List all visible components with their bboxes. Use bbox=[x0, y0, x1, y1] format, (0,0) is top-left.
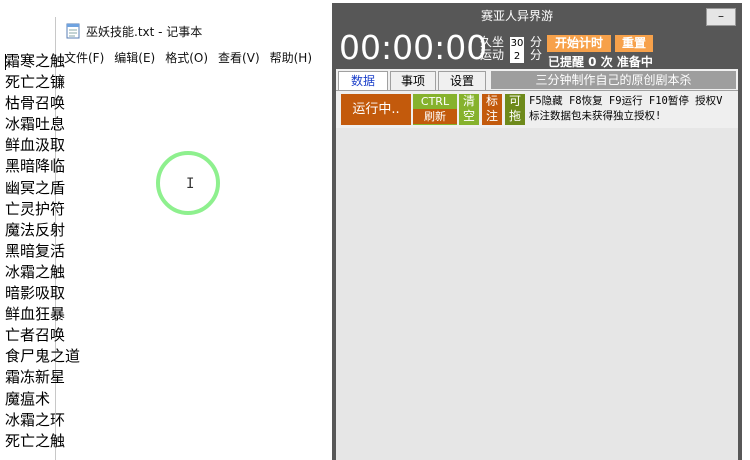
text-line: 鲜血汲取 bbox=[5, 136, 66, 155]
ctrl-refresh-button[interactable]: CTRL 刷新 bbox=[413, 94, 457, 125]
ctrl-label: CTRL bbox=[420, 95, 450, 108]
tab-items[interactable]: 事项 bbox=[390, 71, 436, 91]
start-timer-button[interactable]: 开始计时 bbox=[547, 35, 611, 52]
long-sit-value[interactable]: 30 bbox=[510, 37, 524, 50]
clear-button[interactable]: 清空 bbox=[459, 94, 479, 125]
shortcut-line: F5隐藏 F8恢复 F9运行 F10暂停 授权V bbox=[529, 95, 723, 107]
text-line: 霜寒之触 bbox=[5, 52, 66, 70]
license-warning: 标注数据包未获得独立授权! bbox=[529, 110, 662, 122]
text-line: 黑暗复活 bbox=[5, 241, 66, 260]
clock-display: 00:00:00 bbox=[339, 28, 488, 67]
notepad-text-area[interactable]: 霜寒之触 死亡之镰 枯骨召唤 冰霜吐息 鲜血汲取 黑暗降临 幽冥之盾 亡灵护符 … bbox=[5, 51, 275, 452]
text-line: 暗影吸取 bbox=[5, 284, 66, 303]
tab-data[interactable]: 数据 bbox=[338, 71, 388, 92]
text-line: 冰霜之触 bbox=[5, 262, 66, 281]
exercise-value[interactable]: 2 bbox=[510, 50, 524, 63]
text-line: 冰霜之环 bbox=[5, 410, 66, 429]
label-exercise: 运动 bbox=[480, 48, 505, 62]
text-line: 亡灵护符 bbox=[5, 199, 66, 218]
shortcut-info: F5隐藏 F8恢复 F9运行 F10暂停 授权V 标注数据包未获得独立授权! bbox=[529, 94, 739, 124]
data-panel-body bbox=[336, 128, 738, 460]
text-caret bbox=[5, 54, 6, 70]
refresh-label: 刷新 bbox=[413, 109, 457, 124]
text-line: 霜冻新星 bbox=[5, 368, 66, 387]
text-line: 食尸鬼之道 bbox=[5, 347, 81, 366]
text-line: 死亡之镰 bbox=[5, 73, 66, 92]
interval-inputs[interactable]: 30 2 bbox=[510, 37, 524, 63]
text-line: 幽冥之盾 bbox=[5, 178, 66, 197]
text-line: 枯骨召唤 bbox=[5, 94, 66, 113]
text-line: 冰霜吐息 bbox=[5, 115, 66, 134]
text-line: 死亡之触 bbox=[5, 431, 66, 450]
ibeam-cursor-icon: I bbox=[186, 176, 195, 192]
text-line: 魔法反射 bbox=[5, 220, 66, 239]
text-line: 黑暗降临 bbox=[5, 157, 66, 176]
text-line: 亡者召唤 bbox=[5, 326, 66, 345]
run-status-button[interactable]: 运行中.. bbox=[341, 94, 411, 125]
unit-minute: 分 bbox=[530, 48, 543, 62]
reminder-status: 已提醒 0 次 准备中 bbox=[548, 55, 653, 69]
promo-banner[interactable]: 三分钟制作自己的原创剧本杀 bbox=[491, 71, 736, 89]
timer-title: 赛亚人异界游 bbox=[480, 9, 553, 23]
notepad-titlebar[interactable]: 巫妖技能.txt - 记事本 bbox=[56, 17, 341, 45]
interval-labels: 久坐 运动 bbox=[480, 36, 510, 62]
minimize-button[interactable]: – bbox=[706, 8, 736, 26]
mark-button[interactable]: 标注 bbox=[482, 94, 502, 125]
text-line: 鲜血狂暴 bbox=[5, 305, 66, 324]
notepad-file-icon bbox=[66, 23, 80, 39]
interval-units: 分 分 bbox=[530, 36, 544, 62]
tab-settings[interactable]: 设置 bbox=[438, 71, 486, 91]
desktop: 巫妖技能.txt - 记事本 文件(F) 编辑(E) 格式(O) 查看(V) 帮… bbox=[0, 0, 750, 460]
reset-button[interactable]: 重置 bbox=[615, 35, 653, 52]
text-line: 魔瘟术 bbox=[5, 389, 51, 408]
menu-help[interactable]: 帮助(H) bbox=[270, 49, 312, 66]
draggable-button[interactable]: 可拖 bbox=[505, 94, 525, 125]
notepad-title: 巫妖技能.txt - 记事本 bbox=[86, 24, 203, 39]
